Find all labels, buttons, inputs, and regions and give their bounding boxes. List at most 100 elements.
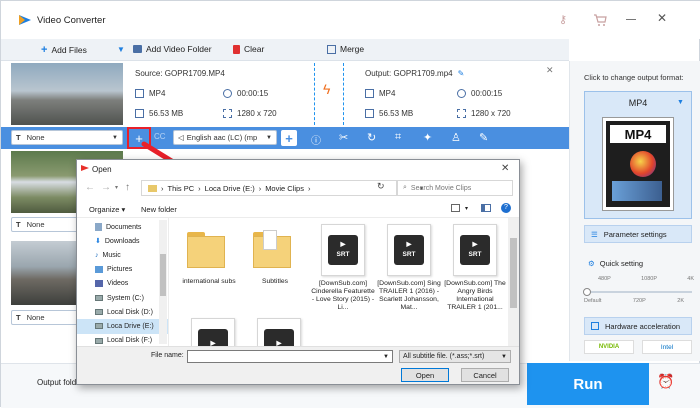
trash-icon — [233, 44, 240, 54]
quality-slider-handle[interactable] — [583, 288, 591, 296]
cancel-button[interactable]: Cancel — [461, 368, 509, 382]
up-arrow-icon[interactable]: ↑ — [125, 182, 130, 193]
file-list-scrollbar[interactable] — [508, 218, 519, 346]
output-format-panel[interactable]: MP4 ▼ MP4 — [584, 91, 692, 219]
breadcrumb-drive[interactable]: Loca Drive (E:) — [205, 184, 255, 193]
recent-dropdown-icon[interactable]: ▾ — [115, 184, 118, 191]
watermark-icon[interactable]: ♙ — [451, 131, 461, 144]
file-item-srt[interactable]: ▶ — [246, 318, 312, 346]
file-item-srt[interactable]: ▶ SRT [DownSub.com] The Angry Birds Inter… — [442, 224, 508, 312]
file-item-srt[interactable]: ▶ SRT [DownSub.com] Cinderella Featurette… — [310, 224, 376, 312]
output-sidebar: Click to change output format: MP4 ▼ MP4… — [569, 61, 700, 361]
intel-badge[interactable]: Intel — [642, 340, 692, 354]
source-format: MP4 — [135, 89, 165, 98]
preview-pane-icon[interactable] — [481, 204, 491, 212]
refresh-icon[interactable]: ↻ — [377, 181, 385, 192]
edit-subtitle-icon[interactable]: ✎ — [479, 131, 488, 144]
tree-item-disk-d[interactable]: Local Disk (D:) — [77, 305, 168, 319]
video-thumbnail[interactable] — [11, 63, 123, 125]
text-icon: T — [16, 313, 21, 322]
file-item-folder[interactable]: Subtitles — [242, 224, 308, 286]
file-item-srt[interactable]: ▶ SRT [DownSub.com] Sing TRAILER 1 (2016)… — [376, 224, 442, 312]
subtitle-select[interactable]: T None ▼ — [11, 130, 123, 145]
search-placeholder: Search Movie Clips — [410, 184, 472, 192]
quick-setting-label: ⚙ Quick setting — [588, 259, 644, 268]
tree-scrollbar-thumb[interactable] — [160, 254, 166, 296]
search-input[interactable]: ⌕ Search Movie Clips — [397, 180, 513, 196]
tree-item-system-c[interactable]: System (C:) — [77, 291, 168, 305]
parameter-settings-button[interactable]: ☰ Parameter settings — [584, 225, 692, 243]
tree-item-music[interactable]: ♪ Music — [77, 248, 168, 262]
new-folder-button[interactable]: New folder — [141, 205, 177, 214]
text-icon: T — [16, 133, 21, 142]
hardware-acceleration-button[interactable]: Hardware acceleration — [584, 317, 692, 335]
open-button[interactable]: Open — [401, 368, 449, 382]
filename-label: File name: — [151, 352, 184, 359]
alarm-clock-icon[interactable]: ⏰ — [657, 373, 674, 390]
tree-item-documents[interactable]: Documents — [77, 220, 168, 234]
breadcrumb-folder[interactable]: Movie Clips — [265, 184, 304, 193]
quick-setting-top-labels: 480P 1080P 4K — [598, 276, 694, 282]
add-audio-button[interactable]: + — [281, 130, 297, 146]
file-list: international subs Subtitles ▶ SRT [DownS… — [170, 218, 508, 346]
effects-icon[interactable]: ✦ — [423, 131, 432, 144]
quality-slider[interactable] — [586, 291, 692, 293]
close-button[interactable]: ✕ — [657, 11, 667, 25]
srt-file-icon: ▶ SRT — [453, 224, 497, 276]
music-icon: ♪ — [95, 251, 99, 259]
folder-icon — [253, 230, 297, 270]
forward-arrow-icon[interactable]: → — [101, 182, 111, 193]
tree-item-downloads[interactable]: ⬇ Downloads — [77, 234, 168, 248]
cart-icon[interactable] — [593, 13, 607, 27]
open-file-dialog: Open ✕ ← → ▾ ↑ › This PC › Loca Drive (E… — [76, 159, 520, 385]
nvidia-badge[interactable]: NVIDIA — [584, 340, 634, 354]
downloads-icon: ⬇ — [95, 238, 101, 246]
mp4-format-icon: MP4 — [603, 118, 673, 210]
file-list-scrollbar-thumb[interactable] — [510, 238, 517, 308]
scissors-icon[interactable]: ✂ — [339, 131, 348, 144]
back-arrow-icon[interactable]: ← — [85, 182, 95, 193]
command-bar: Organize ▾ New folder ▾ ? — [77, 201, 519, 218]
view-dropdown-icon[interactable]: ▾ — [465, 205, 468, 212]
minimize-button[interactable] — [626, 19, 636, 20]
add-files-dropdown-icon[interactable]: ▼ — [117, 45, 125, 54]
file-type-select[interactable]: All subtitle file. (*.ass;*.srt) ▼ — [399, 350, 511, 363]
file-item-srt[interactable]: ▶ — [180, 318, 246, 346]
srt-file-icon: ▶ SRT — [321, 224, 365, 276]
file-item-folder[interactable]: international subs — [176, 224, 242, 286]
merge-button[interactable]: Merge — [327, 44, 364, 54]
chip-icon — [591, 322, 599, 330]
organize-button[interactable]: Organize ▾ — [89, 205, 125, 214]
clear-button[interactable]: Clear — [233, 44, 264, 54]
rotate-icon[interactable]: ↻ — [367, 131, 376, 144]
run-button[interactable]: Run — [527, 363, 649, 405]
add-files-label: Add Files — [51, 45, 87, 55]
filename-input[interactable]: ▼ — [187, 350, 393, 363]
address-bar[interactable]: › This PC › Loca Drive (E:) › Movie Clip… — [141, 180, 423, 196]
info-icon[interactable]: ⓘ — [311, 132, 321, 147]
output-duration: 00:00:15 — [457, 89, 502, 98]
add-video-folder-button[interactable]: Add Video Folder — [133, 44, 212, 54]
tree-item-videos[interactable]: Videos — [77, 277, 168, 291]
dialog-close-button[interactable]: ✕ — [501, 163, 509, 174]
view-options-icon[interactable] — [451, 204, 460, 212]
crop-icon[interactable]: ⌗ — [395, 131, 401, 144]
breadcrumb-this-pc[interactable]: This PC — [168, 184, 195, 193]
clock-icon — [223, 89, 232, 98]
pictures-icon — [95, 266, 103, 274]
help-icon[interactable]: ? — [501, 203, 511, 213]
app-logo-icon — [18, 13, 32, 27]
folder-icon — [148, 184, 157, 192]
edit-pencil-icon[interactable]: ✎ — [458, 69, 465, 78]
balloon-icon — [630, 151, 656, 177]
key-icon[interactable]: ⚷ — [559, 13, 573, 27]
breadcrumb-separator: › — [258, 183, 262, 193]
clock-icon — [457, 89, 466, 98]
remove-file-icon[interactable]: ✕ — [546, 65, 554, 76]
add-video-folder-label: Add Video Folder — [146, 44, 212, 54]
tree-item-drive-e[interactable]: Loca Drive (E:) — [77, 319, 168, 334]
tree-scrollbar[interactable] — [159, 220, 167, 344]
dialog-footer: File name: ▼ All subtitle file. (*.ass;*… — [77, 346, 519, 384]
add-files-button[interactable]: + Add Files — [41, 44, 87, 56]
tree-item-pictures[interactable]: Pictures — [77, 263, 168, 277]
